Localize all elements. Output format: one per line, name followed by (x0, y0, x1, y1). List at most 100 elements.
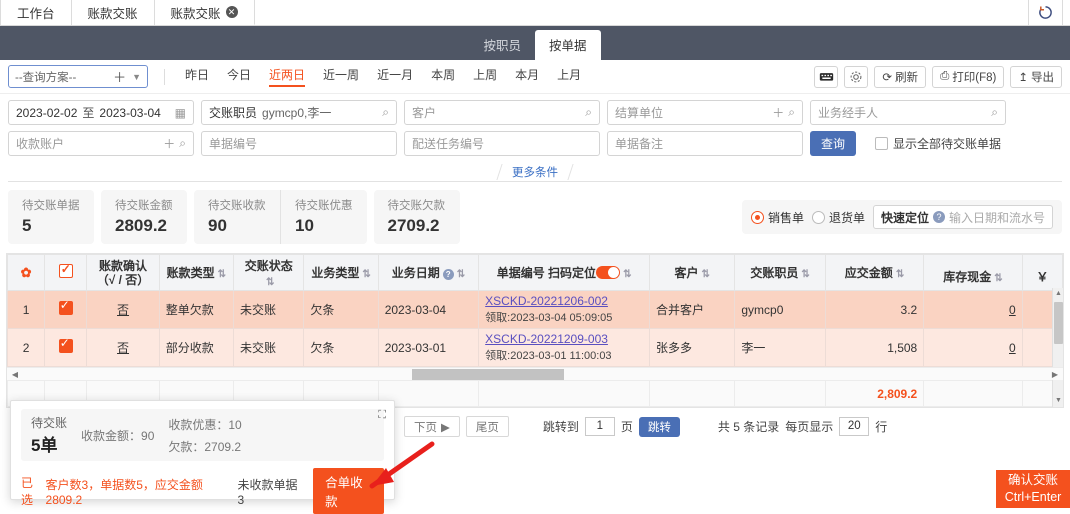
plus-icon[interactable]: ＋ (772, 104, 784, 121)
scroll-left-icon[interactable]: ◀ (7, 370, 23, 379)
row-confirm-cell[interactable]: 否 (87, 329, 159, 367)
query-scheme-select[interactable]: --查询方案-- ＋ ▼ (8, 65, 148, 88)
col-amount[interactable]: 应交金额⇅ (825, 255, 923, 291)
checkbox-checked-icon[interactable] (59, 264, 73, 278)
browser-tab-1[interactable]: 账款交账 (72, 0, 155, 25)
col-select-all[interactable] (45, 255, 87, 291)
col-biz-date[interactable]: 业务日期?⇅ (378, 255, 478, 291)
next-page-button[interactable]: 下页 ▶ (404, 416, 460, 437)
hscroll-thumb[interactable] (412, 369, 564, 380)
checkbox-checked-icon[interactable] (59, 301, 73, 315)
search-icon[interactable]: ⌕ (585, 105, 592, 120)
plus-icon[interactable]: ＋ (107, 67, 132, 86)
table-vertical-scrollbar[interactable]: ▲ ▼ (1052, 288, 1063, 407)
customer-field[interactable]: 客户 ⌕ (404, 100, 600, 125)
date-range-field[interactable]: 2023-02-02 至 2023-03-04 ▦ (8, 100, 194, 125)
help-icon[interactable]: ? (933, 211, 945, 223)
search-icon[interactable]: ⌕ (991, 105, 998, 120)
show-all-checkbox-wrap[interactable]: 显示全部待交账单据 (875, 135, 1001, 152)
query-button[interactable]: 查询 (810, 131, 856, 156)
search-icon[interactable]: ⌕ (382, 105, 389, 120)
gear-icon[interactable]: ✿ (21, 265, 32, 280)
row-bill-no-link[interactable]: XSCKD-20221209-003 (485, 332, 643, 346)
col-debt-type[interactable]: 账款类型⇅ (159, 255, 233, 291)
help-icon[interactable]: ? (443, 269, 454, 280)
col-settings[interactable]: ✿ (8, 255, 45, 291)
calendar-icon[interactable]: ▦ (175, 106, 186, 120)
refresh-button[interactable]: ⟳ 刷新 (874, 66, 926, 88)
search-icon[interactable]: ⌕ (179, 136, 186, 151)
scroll-thumb[interactable] (1054, 302, 1063, 344)
col-customer[interactable]: 客户⇅ (649, 255, 734, 291)
more-conditions-button[interactable]: 更多条件 (496, 164, 573, 180)
page-number-input[interactable]: 1 (585, 417, 615, 436)
scroll-down-icon[interactable]: ▼ (1053, 395, 1064, 407)
row-confirm-link[interactable]: 否 (117, 303, 129, 317)
quick-date-this-week[interactable]: 本周 (431, 66, 455, 87)
search-icon[interactable]: ⌕ (788, 105, 795, 120)
table-row[interactable]: 1 否 整单欠款 未交账 欠条 2023-03-04 XSCKD-2022120… (8, 291, 1063, 329)
scroll-right-icon[interactable]: ▶ (1047, 370, 1063, 379)
gear-icon[interactable] (844, 66, 868, 88)
delivery-task-field[interactable]: 配送任务编号 (404, 131, 600, 156)
jump-button[interactable]: 跳转 (639, 417, 680, 437)
col-staff[interactable]: 交账职员⇅ (735, 255, 825, 291)
tab-by-bill[interactable]: 按单据 (535, 30, 601, 60)
quick-date-month[interactable]: 近一月 (377, 66, 413, 87)
print-button[interactable]: ⎙ 打印(F8) (932, 66, 1004, 88)
row-checkbox-cell[interactable] (45, 291, 87, 329)
row-cash-link[interactable]: 0 (1009, 341, 1016, 355)
quick-date-yesterday[interactable]: 昨日 (185, 66, 209, 87)
sort-icon[interactable]: ⇅ (362, 269, 370, 280)
col-status[interactable]: 交账状态⇅ (234, 255, 304, 291)
checkbox-checked-icon[interactable] (59, 339, 73, 353)
staff-field[interactable]: 交账职员 gymcp0,李一 ⌕ (201, 100, 397, 125)
handler-field[interactable]: 业务经手人 ⌕ (810, 100, 1006, 125)
row-confirm-cell[interactable]: 否 (87, 291, 159, 329)
sort-icon[interactable]: ⇅ (994, 273, 1002, 284)
settle-unit-field[interactable]: 结算单位 ＋ ⌕ (607, 100, 803, 125)
browser-tab-2[interactable]: 账款交账 ✕ (155, 0, 255, 25)
browser-tab-0[interactable]: 工作台 (0, 0, 72, 25)
bill-remark-field[interactable]: 单据备注 (607, 131, 803, 156)
sort-icon[interactable]: ⇅ (701, 269, 709, 280)
row-checkbox-cell[interactable] (45, 329, 87, 367)
refresh-icon[interactable] (1028, 0, 1062, 25)
col-cash[interactable]: 库存现金⇅ (924, 255, 1022, 291)
radio-sales-order[interactable]: 销售单 (751, 209, 804, 226)
more-icon[interactable] (1062, 0, 1070, 25)
confirm-settlement-button[interactable]: 确认交账 Ctrl+Enter (996, 470, 1070, 508)
quick-locate-field[interactable]: 快速定位 ? 输入日期和流水号 (873, 205, 1053, 229)
expand-icon[interactable]: ⛶ (378, 409, 386, 422)
radio-return-order[interactable]: 退货单 (812, 209, 865, 226)
per-page-input[interactable]: 20 (839, 417, 869, 436)
table-horizontal-scrollbar[interactable]: ◀ ▶ (7, 367, 1063, 380)
quick-date-last-month[interactable]: 上月 (557, 66, 581, 87)
quick-date-today[interactable]: 今日 (227, 66, 251, 87)
tab-by-staff[interactable]: 按职员 (469, 30, 535, 60)
plus-icon[interactable]: ＋ (163, 135, 175, 152)
row-bill-no-link[interactable]: XSCKD-20221206-002 (485, 294, 643, 308)
sort-icon[interactable]: ⇅ (801, 269, 809, 280)
show-all-checkbox[interactable] (875, 137, 888, 150)
sort-icon[interactable]: ⇅ (896, 269, 904, 280)
sort-icon[interactable]: ⇅ (218, 269, 226, 280)
sort-icon[interactable]: ⇅ (623, 269, 631, 280)
row-confirm-link[interactable]: 否 (117, 341, 129, 355)
last-page-button[interactable]: 尾页 (466, 416, 509, 437)
close-icon[interactable]: ✕ (226, 6, 238, 18)
keyboard-icon[interactable] (814, 66, 838, 88)
quick-date-this-month[interactable]: 本月 (515, 66, 539, 87)
quick-date-week[interactable]: 近一周 (323, 66, 359, 87)
scan-locate-toggle[interactable] (596, 266, 620, 279)
scroll-up-icon[interactable]: ▲ (1053, 288, 1064, 300)
hscroll-track[interactable] (23, 369, 1047, 380)
sort-icon[interactable]: ⇅ (266, 277, 274, 288)
col-bill-no[interactable]: 单据编号 扫码定位⇅ (479, 255, 650, 291)
quick-date-last-week[interactable]: 上周 (473, 66, 497, 87)
chevron-down-icon[interactable]: ▼ (132, 72, 141, 82)
export-button[interactable]: ↥ 导出 (1010, 66, 1062, 88)
col-biz-type[interactable]: 业务类型⇅ (304, 255, 378, 291)
col-more[interactable]: ￥ (1022, 255, 1062, 291)
sort-icon[interactable]: ⇅ (457, 269, 465, 280)
